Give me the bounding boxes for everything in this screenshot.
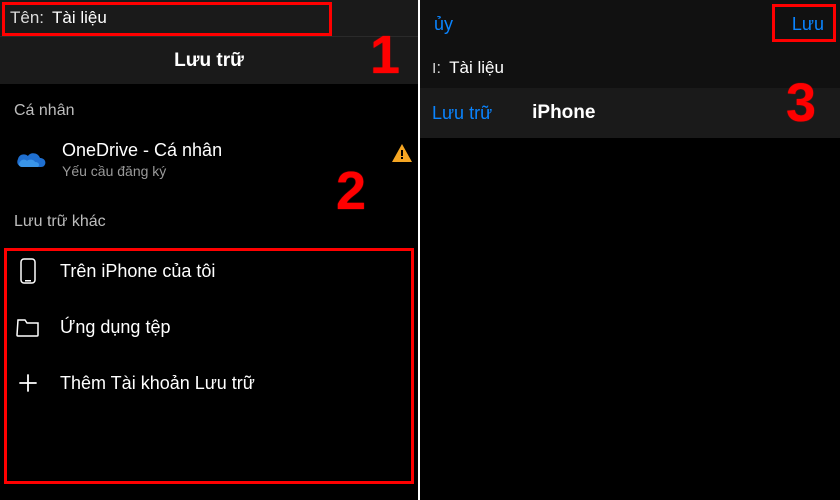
- filename-value: Tài liệu: [449, 58, 504, 78]
- storage-heading-text: Lưu trữ: [174, 50, 244, 72]
- onedrive-row[interactable]: OneDrive - Cá nhân Yếu cầu đăng ký: [0, 130, 418, 193]
- option-add-storage-account[interactable]: Thêm Tài khoản Lưu trữ: [14, 355, 404, 411]
- onedrive-subtitle: Yếu cầu đăng ký: [62, 163, 404, 179]
- option-label: Trên iPhone của tôi: [60, 261, 215, 282]
- save-confirm-screen: ủy Lưu ו: Tài liệu Lưu trữ iPhone 3: [420, 0, 840, 500]
- section-other-header: Lưu trữ khác: [14, 205, 404, 243]
- filename-label: Tên:: [10, 8, 44, 28]
- iphone-icon: [14, 258, 42, 284]
- warning-icon: [392, 144, 412, 167]
- breadcrumb-current: iPhone: [532, 102, 595, 124]
- storage-picker-screen: Tên: Tài liệu Lưu trữ Cá nhân OneDrive -…: [0, 0, 420, 500]
- storage-heading: Lưu trữ: [0, 36, 418, 84]
- option-on-my-iphone[interactable]: Trên iPhone của tôi: [14, 243, 404, 299]
- section-other-storage: Lưu trữ khác Trên iPhone của tôi Ứng dụn…: [0, 205, 418, 425]
- navbar: ủy Lưu: [420, 0, 840, 48]
- onedrive-icon: [14, 148, 48, 172]
- option-label: Thêm Tài khoản Lưu trữ: [60, 373, 255, 394]
- option-files-app[interactable]: Ứng dụng tệp: [14, 299, 404, 355]
- cancel-button[interactable]: ủy: [430, 14, 453, 35]
- folder-icon: [14, 317, 42, 337]
- filename-row[interactable]: Tên: Tài liệu: [0, 0, 418, 36]
- plus-icon: [14, 373, 42, 393]
- filename-label: ו:: [432, 58, 441, 78]
- option-label: Ứng dụng tệp: [60, 317, 170, 338]
- breadcrumb-back[interactable]: Lưu trữ: [432, 103, 492, 124]
- filename-value: Tài liệu: [52, 8, 107, 28]
- filename-row[interactable]: ו: Tài liệu: [420, 48, 840, 88]
- onedrive-title: OneDrive - Cá nhân: [62, 140, 404, 161]
- breadcrumb: Lưu trữ iPhone: [420, 88, 840, 138]
- save-button[interactable]: Lưu: [786, 12, 830, 37]
- section-personal-header: Cá nhân: [0, 84, 418, 130]
